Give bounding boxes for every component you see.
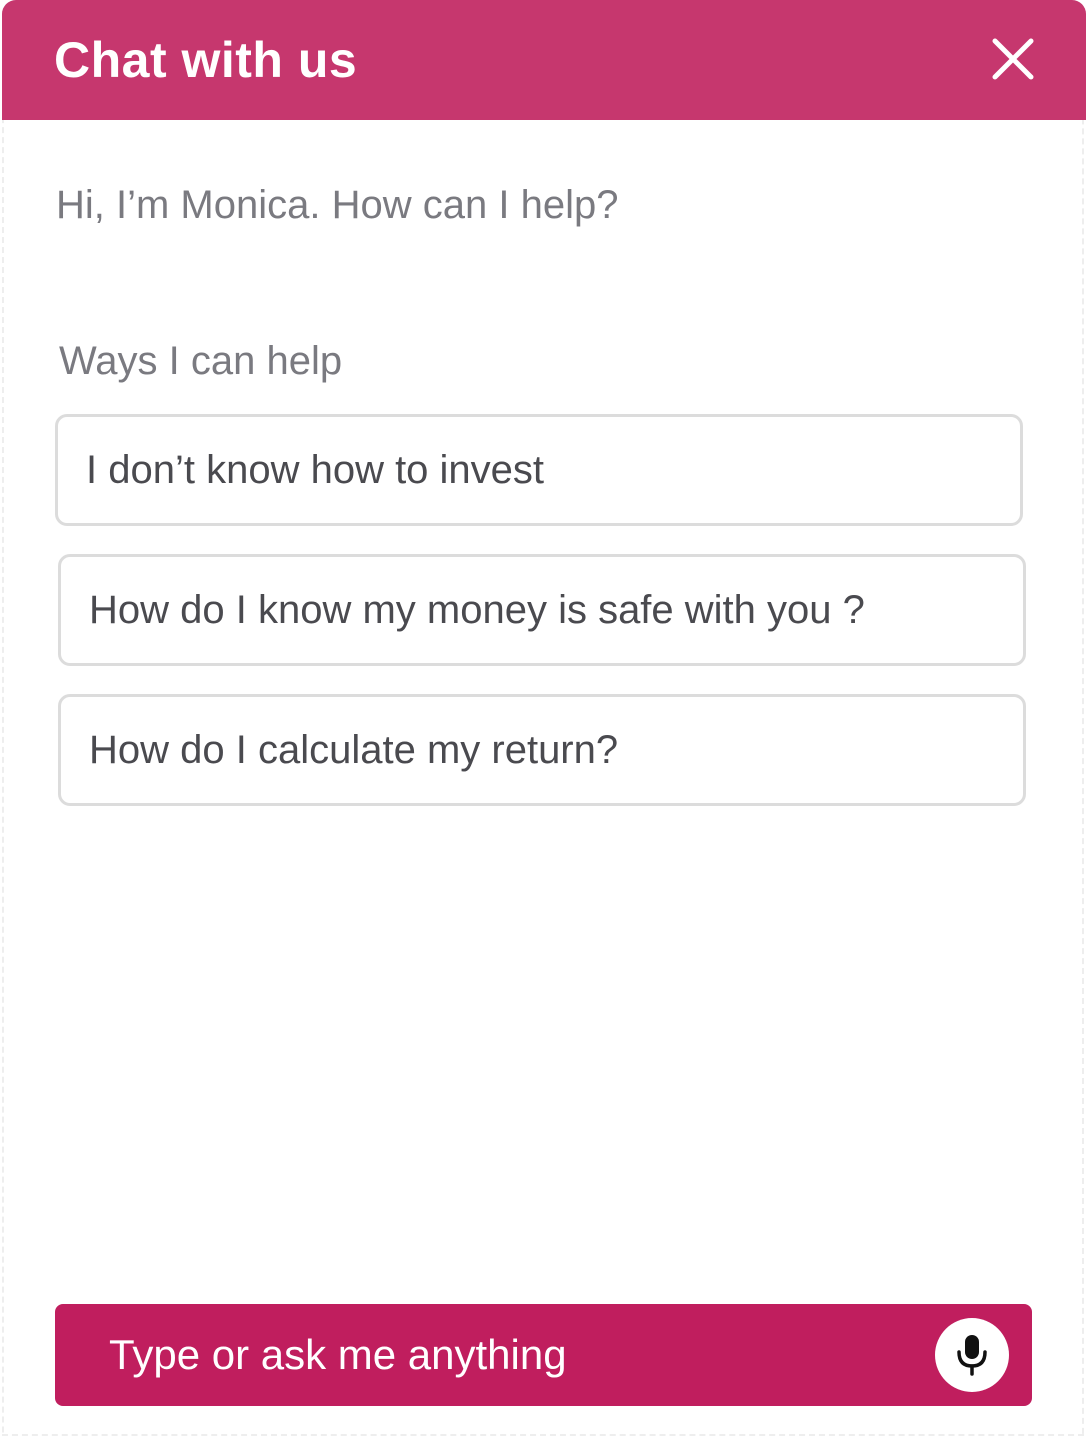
suggestion-label: How do I calculate my return? bbox=[89, 727, 619, 772]
chat-title: Chat with us bbox=[54, 32, 358, 88]
suggestion-label: I don’t know how to invest bbox=[86, 447, 545, 492]
ways-to-help-heading: Ways I can help bbox=[59, 339, 343, 383]
suggestion-label: How do I know my money is safe with you … bbox=[89, 587, 865, 632]
chat-input[interactable] bbox=[109, 1304, 909, 1406]
close-button[interactable] bbox=[990, 36, 1036, 82]
chat-header: Chat with us bbox=[2, 0, 1086, 120]
chat-window: Chat with us Hi, I’m Monica. How can I h… bbox=[2, 0, 1086, 1436]
suggestion-calculate-return[interactable]: How do I calculate my return? bbox=[58, 694, 1026, 806]
close-icon bbox=[992, 38, 1034, 80]
suggestion-money-safe[interactable]: How do I know my money is safe with you … bbox=[58, 554, 1026, 666]
suggestion-invest[interactable]: I don’t know how to invest bbox=[55, 414, 1023, 526]
microphone-button[interactable] bbox=[935, 1318, 1009, 1392]
chat-input-bar bbox=[55, 1304, 1032, 1406]
microphone-icon bbox=[957, 1335, 987, 1376]
greeting-message: Hi, I’m Monica. How can I help? bbox=[56, 183, 619, 227]
